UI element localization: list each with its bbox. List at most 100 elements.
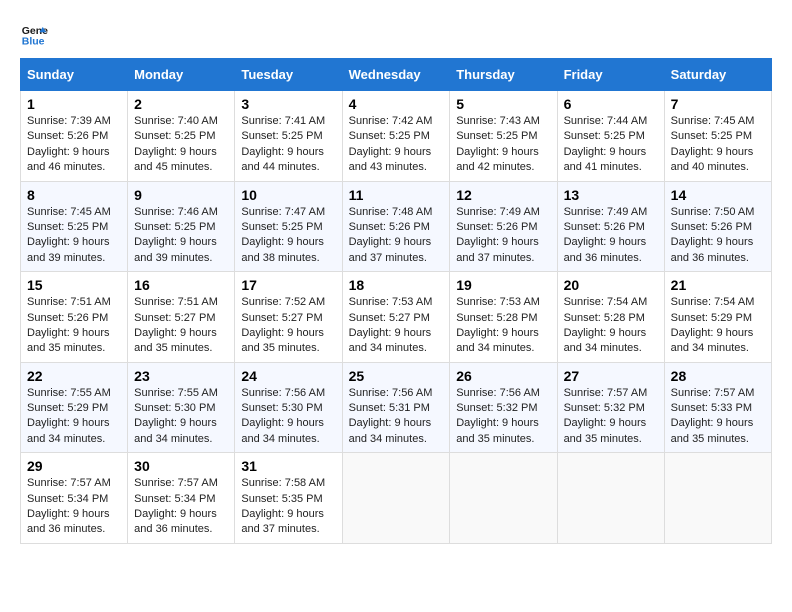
calendar-day-cell: 9 Sunrise: 7:46 AM Sunset: 5:25 PM Dayli…: [128, 181, 235, 272]
daylight-text: Daylight: 9 hours and 38 minutes.: [241, 236, 324, 263]
day-number: 18: [349, 277, 444, 293]
sunset-text: Sunset: 5:25 PM: [241, 130, 322, 142]
sunset-text: Sunset: 5:26 PM: [27, 130, 108, 142]
weekday-header: Thursday: [450, 59, 557, 91]
day-info: Sunrise: 7:41 AM Sunset: 5:25 PM Dayligh…: [241, 114, 335, 176]
calendar-day-cell: 23 Sunrise: 7:55 AM Sunset: 5:30 PM Dayl…: [128, 362, 235, 453]
daylight-text: Daylight: 9 hours and 44 minutes.: [241, 146, 324, 173]
day-info: Sunrise: 7:53 AM Sunset: 5:27 PM Dayligh…: [349, 295, 444, 357]
day-number: 23: [134, 368, 228, 384]
calendar-header: SundayMondayTuesdayWednesdayThursdayFrid…: [21, 59, 772, 91]
calendar-day-cell: 13 Sunrise: 7:49 AM Sunset: 5:26 PM Dayl…: [557, 181, 664, 272]
day-number: 28: [671, 368, 765, 384]
day-info: Sunrise: 7:40 AM Sunset: 5:25 PM Dayligh…: [134, 114, 228, 176]
daylight-text: Daylight: 9 hours and 43 minutes.: [349, 146, 432, 173]
sunrise-text: Sunrise: 7:58 AM: [241, 477, 325, 489]
sunset-text: Sunset: 5:30 PM: [134, 402, 215, 414]
sunset-text: Sunset: 5:31 PM: [349, 402, 430, 414]
sunset-text: Sunset: 5:25 PM: [671, 130, 752, 142]
sunrise-text: Sunrise: 7:55 AM: [134, 387, 218, 399]
day-number: 16: [134, 277, 228, 293]
day-info: Sunrise: 7:51 AM Sunset: 5:27 PM Dayligh…: [134, 295, 228, 357]
sunrise-text: Sunrise: 7:54 AM: [564, 296, 648, 308]
calendar-day-cell: 17 Sunrise: 7:52 AM Sunset: 5:27 PM Dayl…: [235, 272, 342, 363]
calendar-week-row: 8 Sunrise: 7:45 AM Sunset: 5:25 PM Dayli…: [21, 181, 772, 272]
day-number: 27: [564, 368, 658, 384]
calendar-day-cell: 12 Sunrise: 7:49 AM Sunset: 5:26 PM Dayl…: [450, 181, 557, 272]
day-info: Sunrise: 7:57 AM Sunset: 5:34 PM Dayligh…: [134, 476, 228, 538]
day-info: Sunrise: 7:44 AM Sunset: 5:25 PM Dayligh…: [564, 114, 658, 176]
day-info: Sunrise: 7:55 AM Sunset: 5:30 PM Dayligh…: [134, 386, 228, 448]
sunrise-text: Sunrise: 7:46 AM: [134, 206, 218, 218]
sunrise-text: Sunrise: 7:56 AM: [241, 387, 325, 399]
calendar-week-row: 29 Sunrise: 7:57 AM Sunset: 5:34 PM Dayl…: [21, 453, 772, 544]
sunrise-text: Sunrise: 7:42 AM: [349, 115, 433, 127]
day-info: Sunrise: 7:43 AM Sunset: 5:25 PM Dayligh…: [456, 114, 550, 176]
weekday-header: Friday: [557, 59, 664, 91]
day-number: 15: [27, 277, 121, 293]
day-number: 25: [349, 368, 444, 384]
sunset-text: Sunset: 5:32 PM: [564, 402, 645, 414]
day-number: 11: [349, 187, 444, 203]
day-number: 24: [241, 368, 335, 384]
calendar-day-cell: 19 Sunrise: 7:53 AM Sunset: 5:28 PM Dayl…: [450, 272, 557, 363]
calendar-day-cell: 4 Sunrise: 7:42 AM Sunset: 5:25 PM Dayli…: [342, 91, 450, 182]
daylight-text: Daylight: 9 hours and 45 minutes.: [134, 146, 217, 173]
sunrise-text: Sunrise: 7:53 AM: [456, 296, 540, 308]
day-info: Sunrise: 7:52 AM Sunset: 5:27 PM Dayligh…: [241, 295, 335, 357]
day-number: 14: [671, 187, 765, 203]
weekday-header: Monday: [128, 59, 235, 91]
weekday-header: Tuesday: [235, 59, 342, 91]
day-number: 8: [27, 187, 121, 203]
daylight-text: Daylight: 9 hours and 34 minutes.: [564, 327, 647, 354]
day-info: Sunrise: 7:48 AM Sunset: 5:26 PM Dayligh…: [349, 205, 444, 267]
daylight-text: Daylight: 9 hours and 46 minutes.: [27, 146, 110, 173]
day-info: Sunrise: 7:50 AM Sunset: 5:26 PM Dayligh…: [671, 205, 765, 267]
daylight-text: Daylight: 9 hours and 36 minutes.: [27, 508, 110, 535]
sunrise-text: Sunrise: 7:51 AM: [27, 296, 111, 308]
day-number: 13: [564, 187, 658, 203]
day-number: 29: [27, 458, 121, 474]
sunset-text: Sunset: 5:32 PM: [456, 402, 537, 414]
sunset-text: Sunset: 5:26 PM: [671, 221, 752, 233]
day-number: 9: [134, 187, 228, 203]
day-info: Sunrise: 7:54 AM Sunset: 5:28 PM Dayligh…: [564, 295, 658, 357]
daylight-text: Daylight: 9 hours and 41 minutes.: [564, 146, 647, 173]
day-info: Sunrise: 7:56 AM Sunset: 5:32 PM Dayligh…: [456, 386, 550, 448]
calendar-day-cell: 29 Sunrise: 7:57 AM Sunset: 5:34 PM Dayl…: [21, 453, 128, 544]
calendar-day-cell: [557, 453, 664, 544]
daylight-text: Daylight: 9 hours and 37 minutes.: [241, 508, 324, 535]
sunrise-text: Sunrise: 7:40 AM: [134, 115, 218, 127]
sunset-text: Sunset: 5:26 PM: [456, 221, 537, 233]
day-info: Sunrise: 7:54 AM Sunset: 5:29 PM Dayligh…: [671, 295, 765, 357]
day-info: Sunrise: 7:55 AM Sunset: 5:29 PM Dayligh…: [27, 386, 121, 448]
calendar-day-cell: [664, 453, 771, 544]
sunset-text: Sunset: 5:27 PM: [241, 312, 322, 324]
daylight-text: Daylight: 9 hours and 34 minutes.: [349, 417, 432, 444]
calendar-day-cell: 15 Sunrise: 7:51 AM Sunset: 5:26 PM Dayl…: [21, 272, 128, 363]
sunrise-text: Sunrise: 7:49 AM: [456, 206, 540, 218]
day-number: 19: [456, 277, 550, 293]
sunrise-text: Sunrise: 7:52 AM: [241, 296, 325, 308]
day-info: Sunrise: 7:49 AM Sunset: 5:26 PM Dayligh…: [456, 205, 550, 267]
day-info: Sunrise: 7:46 AM Sunset: 5:25 PM Dayligh…: [134, 205, 228, 267]
sunrise-text: Sunrise: 7:57 AM: [134, 477, 218, 489]
daylight-text: Daylight: 9 hours and 35 minutes.: [134, 327, 217, 354]
calendar-day-cell: 5 Sunrise: 7:43 AM Sunset: 5:25 PM Dayli…: [450, 91, 557, 182]
sunrise-text: Sunrise: 7:45 AM: [27, 206, 111, 218]
weekday-header: Sunday: [21, 59, 128, 91]
day-info: Sunrise: 7:57 AM Sunset: 5:32 PM Dayligh…: [564, 386, 658, 448]
day-info: Sunrise: 7:57 AM Sunset: 5:33 PM Dayligh…: [671, 386, 765, 448]
day-info: Sunrise: 7:47 AM Sunset: 5:25 PM Dayligh…: [241, 205, 335, 267]
calendar-day-cell: 3 Sunrise: 7:41 AM Sunset: 5:25 PM Dayli…: [235, 91, 342, 182]
day-number: 12: [456, 187, 550, 203]
day-number: 20: [564, 277, 658, 293]
sunrise-text: Sunrise: 7:57 AM: [564, 387, 648, 399]
day-info: Sunrise: 7:45 AM Sunset: 5:25 PM Dayligh…: [671, 114, 765, 176]
daylight-text: Daylight: 9 hours and 34 minutes.: [134, 417, 217, 444]
sunrise-text: Sunrise: 7:45 AM: [671, 115, 755, 127]
daylight-text: Daylight: 9 hours and 36 minutes.: [134, 508, 217, 535]
calendar-week-row: 15 Sunrise: 7:51 AM Sunset: 5:26 PM Dayl…: [21, 272, 772, 363]
sunset-text: Sunset: 5:25 PM: [134, 221, 215, 233]
sunrise-text: Sunrise: 7:39 AM: [27, 115, 111, 127]
